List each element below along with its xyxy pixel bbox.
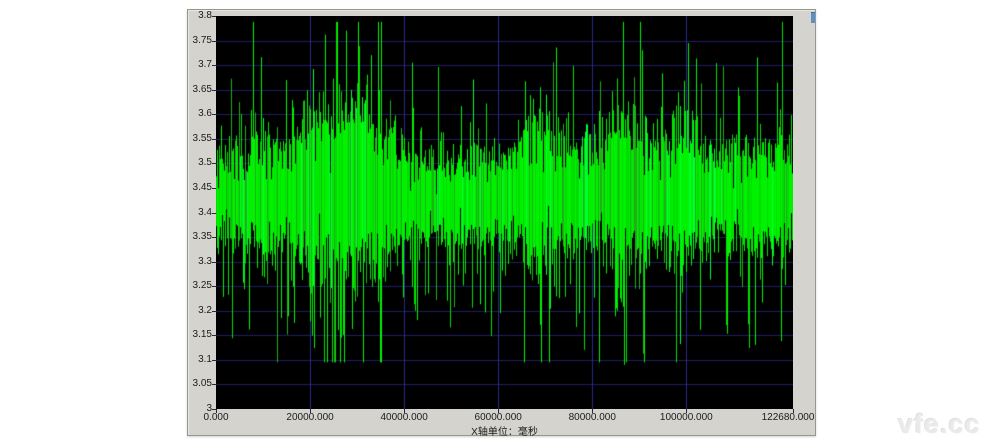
y-tick-label: 3.65 <box>188 84 212 96</box>
y-tick-label: 3.6 <box>188 108 212 120</box>
y-tick-mark <box>212 163 216 164</box>
scrollbar-fragment[interactable] <box>811 12 815 23</box>
y-tick-mark <box>212 311 216 312</box>
y-tick-mark <box>212 65 216 66</box>
y-tick-label: 3.05 <box>188 378 212 390</box>
chart-panel: 3.8 3.75 3.7 3.65 3.6 3.55 3.5 3.45 3.4 3.35 3.3 3.… <box>187 9 816 436</box>
plot-area <box>216 16 793 409</box>
y-tick-mark <box>212 188 216 189</box>
y-tick-mark <box>212 360 216 361</box>
y-tick-mark <box>212 16 216 17</box>
y-tick-mark <box>212 286 216 287</box>
y-tick-mark <box>212 139 216 140</box>
y-tick-mark <box>212 90 216 91</box>
y-tick-mark <box>212 213 216 214</box>
y-tick-label: 3.5 <box>188 157 212 169</box>
y-tick-label: 3.4 <box>188 207 212 219</box>
y-tick-label: 3.3 <box>188 256 212 268</box>
y-tick-mark <box>212 237 216 238</box>
x-axis-unit-label: X轴单位：毫秒 <box>216 423 793 438</box>
y-tick-mark <box>212 335 216 336</box>
y-tick-label: 3.8 <box>188 10 212 22</box>
waveform-canvas[interactable] <box>216 16 793 409</box>
watermark: vfe.cc <box>898 409 981 440</box>
y-tick-mark <box>212 262 216 263</box>
y-tick-label: 3.15 <box>188 329 212 341</box>
y-tick-mark <box>212 114 216 115</box>
page: 3.8 3.75 3.7 3.65 3.6 3.55 3.5 3.45 3.4 3.35 3.3 3.… <box>0 0 1000 448</box>
y-tick-label: 3.75 <box>188 35 212 47</box>
y-tick-label: 3.25 <box>188 280 212 292</box>
y-tick-mark <box>212 41 216 42</box>
y-tick-label: 3.7 <box>188 59 212 71</box>
y-tick-label: 3.1 <box>188 354 212 366</box>
y-tick-label: 3.35 <box>188 231 212 243</box>
y-tick-label: 3.45 <box>188 182 212 194</box>
y-tick-label: 3.2 <box>188 305 212 317</box>
y-tick-mark <box>212 384 216 385</box>
y-tick-label: 3.55 <box>188 133 212 145</box>
